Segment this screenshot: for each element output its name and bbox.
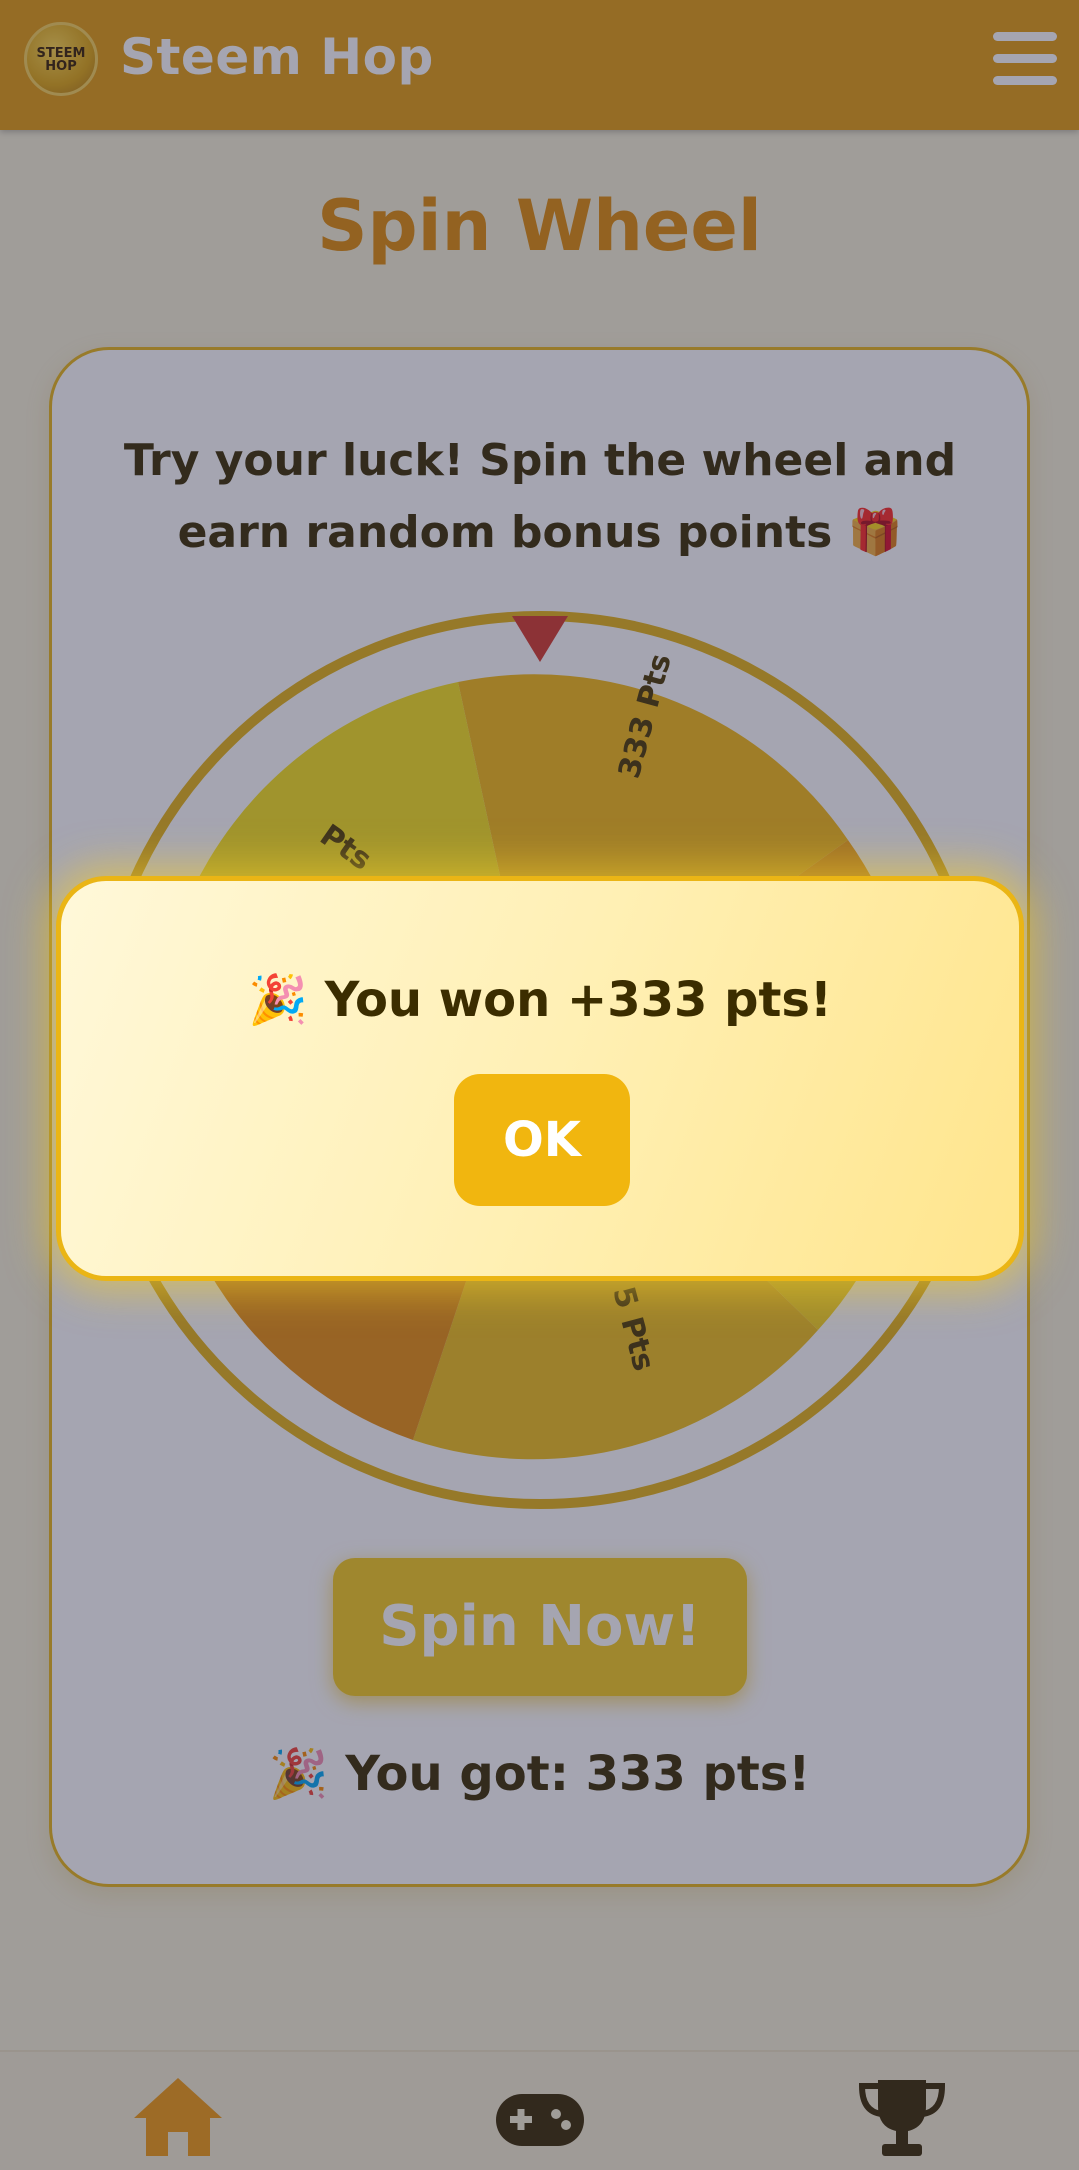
win-message: 🎉 You won +333 pts!: [248, 972, 832, 1028]
ok-button[interactable]: OK: [454, 1074, 630, 1206]
app-root: STEEM HOP Steem Hop Spin Wheel Try your …: [0, 0, 1079, 2170]
win-dialog: 🎉 You won +333 pts! OK: [56, 876, 1024, 1281]
